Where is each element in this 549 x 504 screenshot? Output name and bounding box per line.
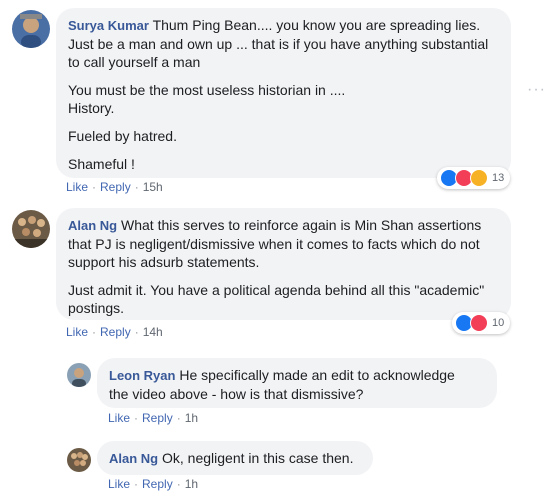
avatar[interactable] bbox=[12, 10, 50, 48]
comment-text: Just admit it. You have a political agen… bbox=[68, 282, 485, 298]
comment-text: He specifically made an edit to acknowle… bbox=[179, 367, 455, 383]
reply-bubble: Leon Ryan He specifically made an edit t… bbox=[97, 358, 497, 408]
reaction-count: 13 bbox=[492, 172, 505, 184]
reactions-badge[interactable]: 10 bbox=[452, 312, 511, 334]
separator: · bbox=[134, 180, 139, 194]
comment-text: You must be the most useless historian i… bbox=[68, 82, 346, 98]
comment-text: What this serves to reinforce again is M… bbox=[121, 217, 482, 233]
commenter-name[interactable]: Leon Ryan bbox=[109, 368, 175, 383]
comment-bubble: Surya Kumar Thum Ping Bean.... you know … bbox=[56, 8, 511, 178]
separator: · bbox=[92, 325, 97, 339]
love-icon bbox=[470, 314, 488, 332]
comment-text: postings. bbox=[68, 300, 125, 316]
commenter-name[interactable]: Alan Ng bbox=[68, 218, 117, 233]
avatar[interactable] bbox=[67, 363, 91, 387]
comment-text: Fueled by hatred. bbox=[68, 128, 177, 144]
avatar[interactable] bbox=[12, 210, 50, 248]
comment-text: that PJ is negligent/dismissive when it … bbox=[68, 236, 480, 252]
like-link[interactable]: Like bbox=[66, 180, 88, 194]
like-link[interactable]: Like bbox=[66, 325, 88, 339]
reply-link[interactable]: Reply bbox=[100, 180, 131, 194]
commenter-name[interactable]: Surya Kumar bbox=[68, 18, 149, 33]
like-link[interactable]: Like bbox=[108, 477, 130, 491]
comment-bubble: Alan Ng What this serves to reinforce ag… bbox=[56, 208, 511, 320]
comment-actions: Like · Reply · 14h bbox=[66, 325, 163, 339]
comment-actions: Like · Reply · 15h bbox=[66, 180, 163, 194]
separator: · bbox=[176, 477, 181, 491]
reply-link[interactable]: Reply bbox=[142, 477, 173, 491]
separator: · bbox=[134, 325, 139, 339]
comment-text: Shameful ! bbox=[68, 156, 135, 172]
comment-actions: Like · Reply · 1h bbox=[108, 411, 198, 425]
comment-actions: Like · Reply · 1h bbox=[108, 477, 198, 491]
separator: · bbox=[176, 411, 181, 425]
reactions-badge[interactable]: 13 bbox=[437, 167, 511, 189]
comment-text: Thum Ping Bean.... you know you are spre… bbox=[152, 17, 481, 33]
reply-link[interactable]: Reply bbox=[142, 411, 173, 425]
commenter-name[interactable]: Alan Ng bbox=[109, 451, 158, 466]
separator: · bbox=[134, 477, 139, 491]
reply-link[interactable]: Reply bbox=[100, 325, 131, 339]
timestamp[interactable]: 1h bbox=[185, 477, 198, 491]
comment-text: to call yourself a man bbox=[68, 54, 201, 70]
reaction-count: 10 bbox=[492, 317, 505, 329]
comment-text: Ok, negligent in this case then. bbox=[162, 450, 354, 466]
comment-text: History. bbox=[68, 100, 115, 116]
separator: · bbox=[134, 411, 139, 425]
timestamp[interactable]: 1h bbox=[185, 411, 198, 425]
avatar[interactable] bbox=[67, 448, 91, 472]
reply-bubble: Alan Ng Ok, negligent in this case then. bbox=[97, 441, 373, 475]
comment-text: Just be a man and own up ... that is if … bbox=[68, 36, 489, 52]
timestamp[interactable]: 15h bbox=[143, 180, 163, 194]
comment-text: the video above - how is that dismissive… bbox=[109, 386, 364, 402]
more-options-icon[interactable]: ··· bbox=[527, 82, 546, 98]
separator: · bbox=[92, 180, 97, 194]
comment-text: support his adsurb statements. bbox=[68, 254, 260, 270]
like-link[interactable]: Like bbox=[108, 411, 130, 425]
timestamp[interactable]: 14h bbox=[143, 325, 163, 339]
haha-icon bbox=[470, 169, 488, 187]
